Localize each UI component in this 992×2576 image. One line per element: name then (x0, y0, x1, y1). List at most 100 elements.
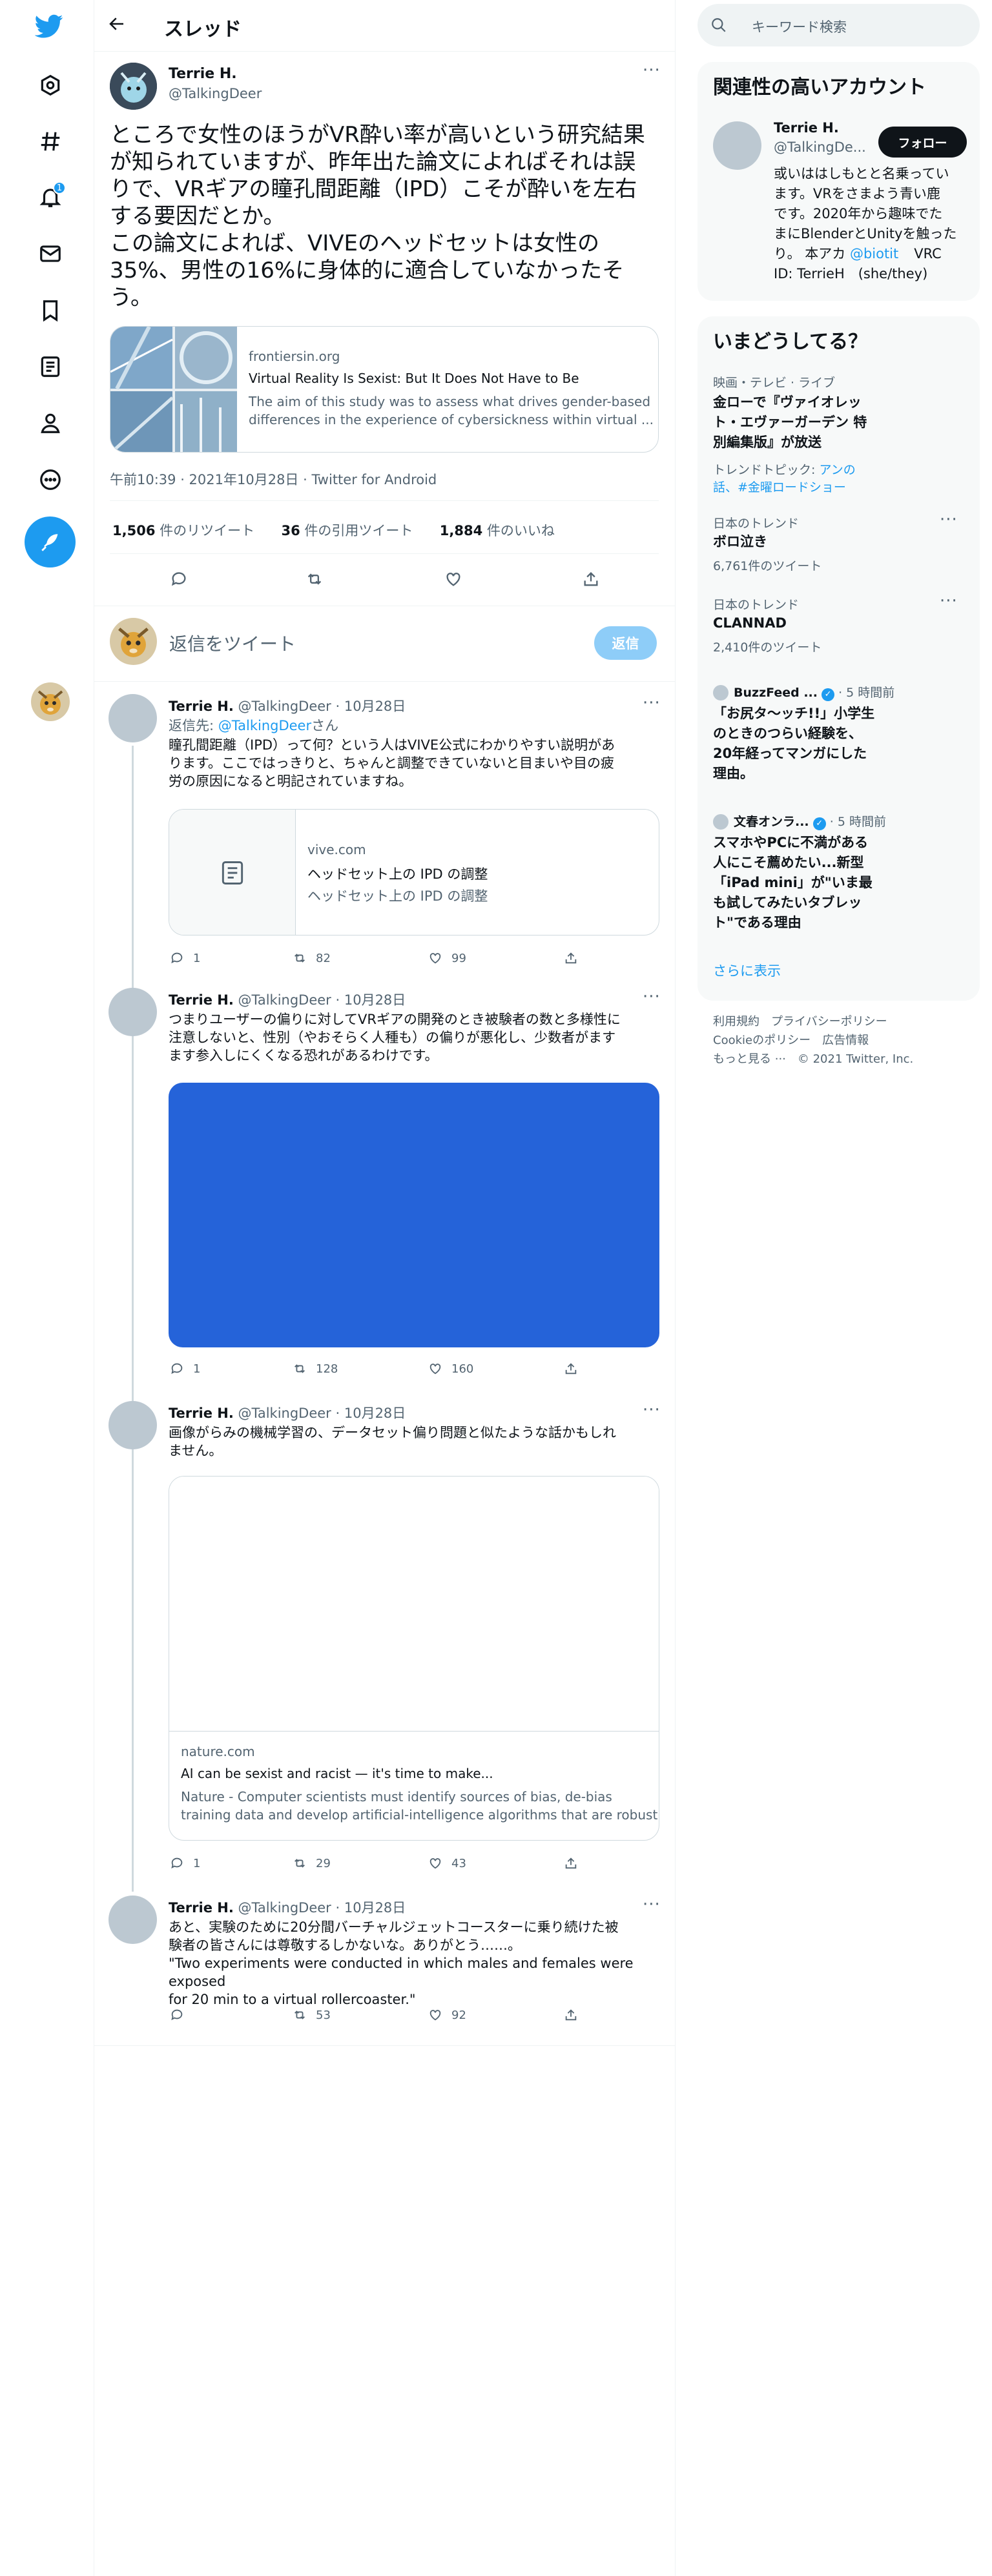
reply-text: 画像がらみの機械学習の、データセット偏り問題と似たような話かもしれ ません。 (169, 1425, 616, 1458)
related-accounts-title: 関連性の高いアカウント (713, 76, 926, 99)
sidebar-footer: 利用規約 プライバシーポリシー Cookieのポリシー 広告情報 もっと見る ·… (713, 1012, 913, 1068)
like-action-icon[interactable] (444, 570, 462, 588)
profile-icon[interactable] (31, 404, 70, 442)
thread-header: スレッド (94, 0, 675, 52)
share-icon[interactable] (564, 1856, 578, 1870)
document-icon (222, 861, 243, 884)
share-icon[interactable] (564, 951, 578, 965)
quote-count-link[interactable]: 36 件の引用ツイート (282, 523, 413, 538)
twitter-thread-page: 1 スレッド Terrie H. @TalkingDeer ··· ところで女性… (0, 0, 992, 2576)
related-account-bio: 或いははしもとと名乗ってい ます。VRをさまよう青い鹿 です。2020年から趣味… (774, 166, 957, 281)
main-tweet-timestamp[interactable]: 午前10:39 · 2021年10月28日 · Twitter for Andr… (110, 469, 437, 489)
verified-badge-icon: ✓ (812, 817, 826, 830)
reply-avatar[interactable] (108, 694, 157, 742)
account-avatar[interactable] (31, 682, 70, 721)
card-image-blank (169, 1477, 659, 1732)
reply-submit-button[interactable]: 返信 (594, 626, 657, 660)
retweet-count-button[interactable]: 29 (293, 1856, 331, 1870)
home-icon[interactable] (31, 66, 70, 105)
reply-count-button[interactable] (170, 2008, 193, 2022)
verified-badge-icon: ✓ (822, 688, 835, 701)
reply-count-button[interactable]: 1 (170, 951, 200, 965)
reply-header[interactable]: Terrie H. @TalkingDeer · 10月28日 (169, 1897, 406, 1917)
retweet-count-button[interactable]: 82 (293, 951, 331, 965)
reply-more-icon[interactable]: ··· (643, 1402, 661, 1418)
link-card-nature[interactable]: nature.com AI can be sexist and racist —… (169, 1476, 659, 1841)
notification-badge: 1 (53, 181, 66, 194)
compose-tweet-button[interactable] (25, 516, 76, 567)
reply-avatar[interactable] (108, 1401, 157, 1449)
like-count-link[interactable]: 1,884 件のいいね (440, 523, 555, 538)
trends-panel: いまどうしてる？ 映画・テレビ · ライブ 金ローで『ヴァイオレッ ト・エヴァー… (698, 316, 980, 1001)
lists-icon[interactable] (31, 347, 70, 386)
card-description: Nature - Computer scientists must identi… (181, 1789, 659, 1823)
link-card-vive[interactable]: vive.com ヘッドセット上の IPD の調整 ヘッドセット上の IPD の… (169, 809, 659, 935)
show-more-link[interactable]: さらに表示 (713, 961, 781, 980)
share-action-icon[interactable] (582, 570, 600, 588)
reply-header[interactable]: Terrie H. @TalkingDeer · 10月28日 (169, 1403, 406, 1422)
search-box[interactable]: キーワード検索 (698, 4, 980, 46)
bookmarks-icon[interactable] (31, 291, 70, 330)
like-count-button[interactable]: 160 (428, 1362, 473, 1376)
footer-links-3[interactable]: もっと見る ··· © 2021 Twitter, Inc. (713, 1050, 913, 1068)
trends-title: いまどうしてる？ (713, 331, 868, 353)
card-domain: frontiersin.org (249, 349, 340, 364)
reply-attached-image[interactable] (169, 1083, 659, 1347)
related-account-avatar[interactable] (713, 121, 761, 170)
footer-links-1[interactable]: 利用規約 プライバシーポリシー (713, 1012, 913, 1031)
reply-header[interactable]: Terrie H. @TalkingDeer · 10月28日 (169, 990, 406, 1009)
like-count-button[interactable]: 99 (428, 951, 466, 965)
reply-input[interactable]: 返信をツイート (169, 630, 570, 656)
retweet-count-link[interactable]: 1,506 件のリツイート (112, 523, 254, 538)
explore-hashtag-icon[interactable] (31, 122, 70, 161)
reply-count-button[interactable]: 1 (170, 1856, 200, 1870)
bio-mention-link[interactable]: @biotit (850, 246, 898, 261)
notifications-bell-icon[interactable]: 1 (31, 178, 70, 216)
card-title: Virtual Reality Is Sexist: But It Does N… (249, 371, 579, 386)
main-tweet-stats: 1,506 件のリツイート 36 件の引用ツイート 1,884 件のいいね (112, 520, 555, 540)
related-account-handle[interactable]: @TalkingDe... (774, 139, 866, 155)
main-tweet-author-name[interactable]: Terrie H. (169, 66, 237, 82)
twitter-logo-icon[interactable] (30, 6, 68, 45)
composer-avatar (110, 618, 157, 665)
related-account-name[interactable]: Terrie H. (774, 120, 839, 136)
like-count-button[interactable]: 43 (428, 1856, 466, 1870)
like-count-button[interactable]: 92 (428, 2008, 466, 2022)
reply-more-icon[interactable]: ··· (643, 988, 661, 1005)
more-options-icon[interactable] (31, 460, 70, 499)
reply-count-button[interactable]: 1 (170, 1362, 200, 1376)
related-accounts-panel: 関連性の高いアカウント Terrie H. @TalkingDe... フォロー… (698, 62, 980, 301)
back-arrow-icon[interactable] (107, 14, 130, 37)
reply-text: つまりユーザーの偏りに対してVRギアの開発のとき被験者の数と多様性に 注意しない… (169, 1012, 621, 1063)
share-icon[interactable] (564, 2008, 578, 2022)
reply-avatar[interactable] (108, 988, 157, 1036)
retweet-count-button[interactable]: 53 (293, 2008, 331, 2022)
main-tweet-author-handle[interactable]: @TalkingDeer (169, 86, 262, 101)
retweet-count-button[interactable]: 128 (293, 1362, 338, 1376)
messages-envelope-icon[interactable] (31, 234, 70, 273)
search-icon (712, 18, 726, 32)
replying-to-handle-link[interactable]: @TalkingDeer (218, 718, 311, 733)
search-input[interactable]: キーワード検索 (752, 17, 847, 36)
card-description: ヘッドセット上の IPD の調整 (307, 888, 488, 904)
news-source-avatar (713, 814, 728, 830)
main-tweet-text: ところで女性のほうがVR酔い率が高いという研究結果 が知られていますが、昨年出た… (110, 122, 645, 311)
trend-more-icon[interactable]: ··· (940, 511, 958, 528)
reply-more-icon[interactable]: ··· (643, 695, 661, 711)
card-domain: vive.com (307, 842, 366, 857)
follow-button[interactable]: フォロー (878, 127, 967, 158)
footer-links-2[interactable]: Cookieのポリシー 広告情報 (713, 1031, 913, 1050)
reply-avatar[interactable] (108, 1896, 157, 1944)
share-icon[interactable] (564, 1362, 578, 1376)
main-tweet-avatar[interactable] (110, 63, 157, 110)
card-title: ヘッドセット上の IPD の調整 (307, 866, 488, 882)
trend-more-icon[interactable]: ··· (940, 593, 958, 609)
reply-header[interactable]: Terrie H. @TalkingDeer · 10月28日 (169, 696, 406, 715)
main-tweet-more-icon[interactable]: ··· (643, 62, 661, 79)
card-thumbnail-image (110, 327, 237, 452)
replying-to: 返信先: @TalkingDeerさん (169, 718, 339, 733)
link-card-frontiersin[interactable]: frontiersin.org Virtual Reality Is Sexis… (110, 326, 659, 453)
retweet-action-icon[interactable] (305, 570, 324, 588)
reply-action-icon[interactable] (170, 570, 188, 588)
reply-more-icon[interactable]: ··· (643, 1896, 661, 1913)
